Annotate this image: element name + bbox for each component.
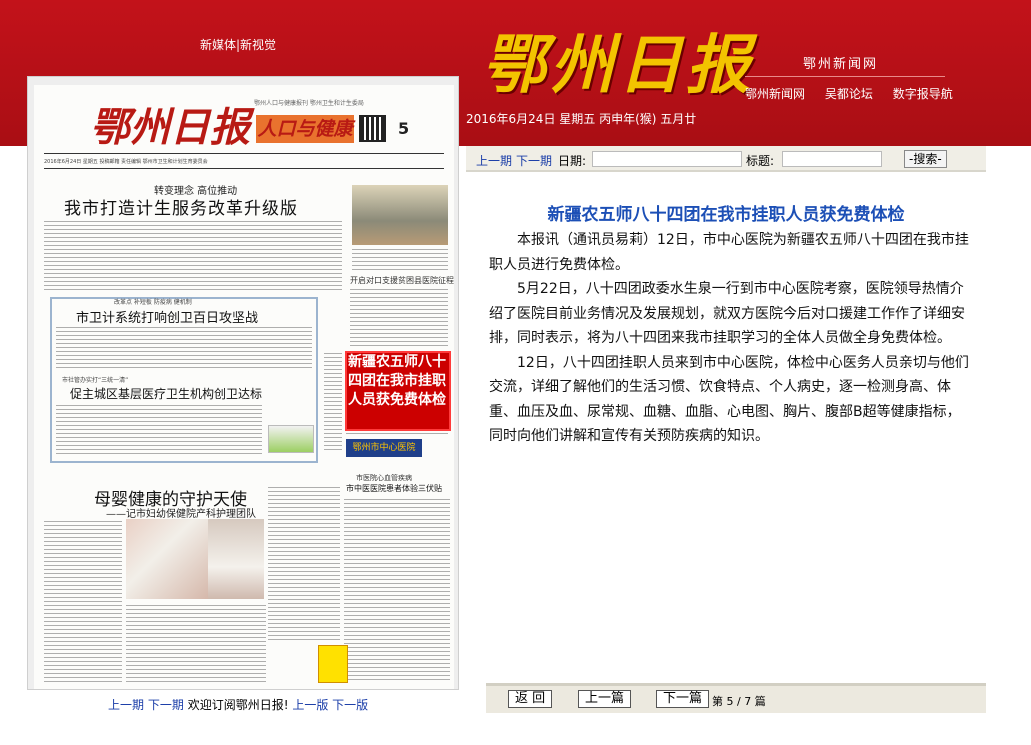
next-issue-link[interactable]: 下一期 [516, 152, 552, 169]
search-nav-bar: 上一期 下一期 日期: 标题: -搜索- [466, 146, 986, 172]
article-subtitle: ——记市妇幼保健院产科护理团队 [106, 509, 256, 520]
prev-issue-link[interactable]: 上一期 [476, 152, 512, 169]
next-issue-link[interactable]: 下一期 [148, 698, 184, 712]
article-kicker: 改革点 补短板 防疫病 健机制 [114, 299, 192, 306]
article-paragraph: 12日，八十四团挂职人员来到市中心医院，体检中心医务人员亲切与他们交流，详细了解… [489, 354, 969, 445]
left-footer-nav: 上一期 下一期 欢迎订阅鄂州日报! 上一版 下一版 [108, 696, 368, 713]
article-text-block[interactable] [344, 497, 450, 683]
date-input[interactable] [592, 151, 742, 167]
prev-page-link[interactable]: 上一版 [292, 698, 328, 712]
prev-article-button[interactable]: 上一篇 [578, 690, 632, 708]
new-media-links[interactable]: 新媒体|新视觉 [200, 36, 276, 53]
newspaper-page-panel: 鄂州日报 鄂州人口与健康报刊 鄂州卫生和计生委局 人口与健康 5 2016年6月… [27, 76, 459, 690]
article-text-block[interactable] [56, 325, 312, 371]
article-paragraph: 5月22日，八十四团政委水生泉一行到市中心医院考察，医院领导热情介绍了医院目前业… [489, 281, 965, 346]
paper-masthead: 鄂州日报 [90, 104, 250, 151]
counter-separator: / [737, 695, 741, 708]
article-text-block [346, 431, 448, 437]
article-body: 本报讯（通讯员易莉）12日，市中心医院为新疆农五师八十四团在我市挂职人员进行免费… [489, 228, 969, 449]
prev-issue-link[interactable]: 上一期 [108, 698, 144, 712]
highlighted-article-title[interactable]: 新疆农五师八十四团在我市挂职人员获免费体检 [348, 353, 448, 410]
paper-article-headline[interactable]: 市中医医院患者体验三伏贴 [346, 483, 442, 494]
back-button[interactable]: 返 回 [508, 690, 553, 708]
nurse-photo[interactable] [208, 519, 264, 599]
next-page-link[interactable]: 下一版 [332, 698, 368, 712]
article-nav-bar: 返 回 上一篇 下一篇 第 5 / 7 篇 [486, 683, 986, 713]
issue-date: 2016年6月24日 星期五 丙申年(猴) 五月廿 [466, 112, 697, 126]
counter-current: 5 [726, 695, 734, 708]
subscribe-welcome: 欢迎订阅鄂州日报! [187, 698, 289, 712]
article-text-block[interactable] [350, 287, 448, 347]
paper-section-name: 人口与健康 [256, 115, 354, 143]
paper-article-headline[interactable]: 我市打造计生服务改革升级版 [64, 194, 298, 219]
site-name[interactable]: 鄂州新闻网 [803, 53, 878, 72]
site-links: 鄂州新闻网 吴都论坛 数字报导航 [745, 85, 963, 102]
paper-article-headline[interactable]: 开启对口支援贫困县医院征程 [350, 275, 454, 286]
site-divider [745, 76, 945, 77]
paper-article-headline[interactable]: 市卫计系统打响创卫百日攻坚战 [76, 307, 258, 326]
next-article-button[interactable]: 下一篇 [656, 690, 710, 708]
article-paragraph: 本报讯（通讯员易莉）12日，市中心医院为新疆农五师八十四团在我市挂职人员进行免费… [489, 232, 969, 273]
newspaper-logo: 鄂州日报 [482, 28, 754, 103]
article-text-block[interactable] [44, 219, 342, 291]
article-text-block[interactable] [56, 403, 262, 457]
counter-suffix: 篇 [754, 695, 766, 708]
title-label: 标题: [746, 154, 775, 168]
paper-page-number: 5 [398, 119, 410, 138]
article-text-block[interactable] [324, 351, 342, 451]
date-label: 日期: [558, 154, 587, 168]
article-kicker: 市社管办实打“三统一清” [62, 377, 129, 384]
meeting-photo[interactable] [352, 185, 448, 245]
article-counter: 第 5 / 7 篇 [712, 693, 766, 709]
counter-prefix: 第 [712, 695, 723, 708]
nurse-photo[interactable] [126, 519, 216, 599]
search-button[interactable]: -搜索- [904, 150, 947, 168]
paper-article-headline[interactable]: 促主城区基层医疗卫生机构创卫达标 [70, 385, 262, 402]
link-digital-nav[interactable]: 数字报导航 [893, 87, 953, 101]
article-title: 新疆农五师八十四团在我市挂职人员获免费体检 [547, 205, 905, 225]
newspaper-page-image: 鄂州日报 鄂州人口与健康报刊 鄂州卫生和计生委局 人口与健康 5 2016年6月… [34, 85, 454, 689]
counter-total: 7 [744, 695, 752, 708]
link-news-site[interactable]: 鄂州新闻网 [745, 87, 805, 101]
qr-code-icon [359, 115, 386, 142]
article-kicker: 市医院心血管疾病 [356, 474, 412, 482]
article-text-block[interactable] [44, 519, 122, 683]
article-text-block[interactable] [126, 603, 266, 683]
paper-masthead-small: 鄂州人口与健康报刊 鄂州卫生和计生委局 [254, 100, 364, 107]
article-text-block[interactable] [268, 485, 340, 641]
link-forum[interactable]: 吴都论坛 [825, 87, 873, 101]
ad-image [318, 645, 348, 683]
title-input[interactable] [782, 151, 882, 167]
hospital-logo: 鄂州市中心医院 [346, 439, 422, 457]
ad-image [268, 425, 314, 453]
caption-text-block [352, 247, 448, 271]
paper-info-line: 2016年6月24日 星期五 投稿邮箱 责任编辑 鄂州市卫生和计划生育委员会 [44, 153, 444, 169]
